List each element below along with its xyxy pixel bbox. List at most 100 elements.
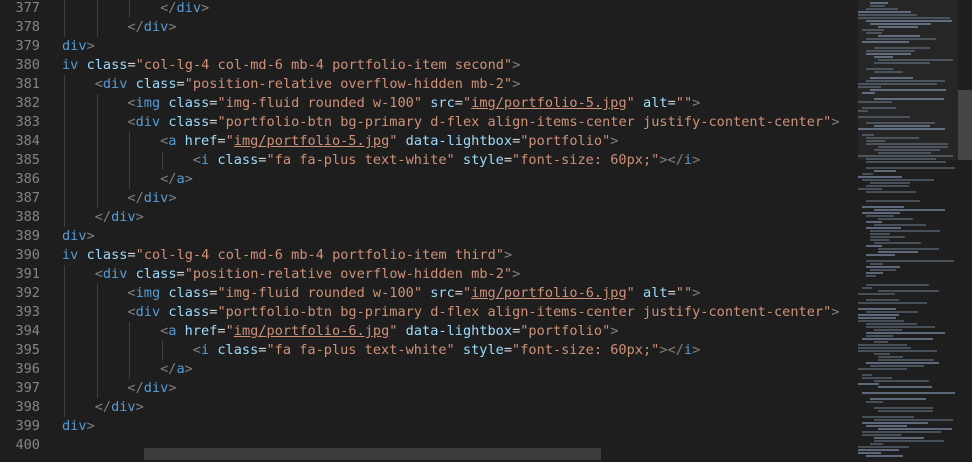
minimap-line [866,38,936,40]
minimap-line [866,332,945,334]
code-token: > [512,266,521,282]
code-line[interactable]: 385 <i class="fa fa-plus text-white" styl… [0,151,858,170]
code-token: iv [62,57,79,73]
code-token: div [143,19,169,35]
code-content: </div> [95,208,144,227]
vertical-scrollbar-track[interactable] [958,0,972,462]
code-token: div [176,0,202,16]
code-token: " [462,95,472,111]
code-token: div [62,418,87,434]
code-token: > [135,209,144,225]
line-number: 386 [15,171,40,187]
code-line[interactable]: 399 div> [0,417,858,436]
code-content: <div class="portfolio-btn bg-primary d-f… [127,303,839,322]
code-content: </a> [160,170,193,189]
code-line[interactable]: 398 </div> [0,398,858,417]
indent-guide [96,18,98,37]
code-line[interactable]: 395 <i class="fa fa-plus text-white" styl… [0,341,858,360]
minimap-line [858,302,927,304]
code-line[interactable]: 382 <img class = "img-fluid rounded w-100" … [0,94,858,113]
minimap-line [874,242,921,244]
code-line[interactable]: 379 div> [0,37,858,56]
code-token: a [176,361,185,377]
minimap-line [874,62,930,64]
code-editor[interactable]: 377 </div> 378 </div> 379 div> 380 iv class="co… [0,0,858,462]
vertical-scrollbar-thumb[interactable] [958,90,972,160]
minimap-line [878,410,933,412]
code-token: style [462,152,504,168]
minimap-line [858,446,909,448]
minimap-line [870,2,888,4]
indent-guide [162,151,164,170]
code-content: <div class="position-relative overflow-h… [95,75,521,94]
code-token: > [86,228,95,244]
line-number: 400 [15,437,40,453]
minimap-line [866,20,952,22]
code-content: <div class="portfolio-btn bg-primary d-f… [127,113,839,132]
code-token: "" [675,95,693,111]
minimap-line [866,53,911,55]
code-token: src [430,285,455,301]
indent-guide [64,18,65,37]
line-number: 390 [15,247,40,263]
code-token: class [135,76,177,92]
code-line[interactable]: 393 <div class="portfolio-btn bg-primary … [0,303,858,322]
indent-guide [64,170,65,189]
code-line[interactable]: 394 <a href="img/portfolio-6.jpg" data-li… [0,322,858,341]
code-token: = [667,95,676,111]
code-line[interactable]: 386 </a> [0,170,858,189]
code-line[interactable]: 391 <div class="position-relative overflo… [0,265,858,284]
code-token: = [667,285,676,301]
code-line[interactable]: 396 </a> [0,360,858,379]
minimap-line [878,152,931,154]
code-line[interactable]: 390 iv class="col-lg-4 col-md-6 mb-4 port… [0,246,858,265]
code-token: > [184,361,193,377]
code-line[interactable]: 397 </div> [0,379,858,398]
code-token: = [503,152,513,168]
code-token: data-lightbox [405,133,513,149]
minimap-line [866,323,917,325]
minimap-line [874,149,940,151]
code-token: div [143,380,169,396]
minimap-line [870,77,913,79]
code-token: img [135,285,161,301]
code-line[interactable]: 392 <img class = "img-fluid rounded w-100" … [0,284,858,303]
code-line[interactable]: 378 </div> [0,18,858,37]
horizontal-scrollbar[interactable] [144,448,601,460]
code-token: < [127,285,136,301]
code-token: img [135,95,161,111]
code-line[interactable]: 377 </div> [0,0,858,18]
minimap-line [866,284,929,286]
code-token: > [692,285,701,301]
code-token: i [683,342,693,358]
code-token: div [135,114,161,130]
minimap[interactable] [858,0,958,462]
minimap-line [858,14,917,16]
code-content: iv class="col-lg-4 col-md-6 mb-4 portfol… [62,246,512,265]
code-token: style [462,342,504,358]
code-token: < [94,266,103,282]
minimap-line [866,68,893,70]
code-token: div [111,399,136,415]
code-line[interactable]: 383 <div class="portfolio-btn bg-primary … [0,113,858,132]
line-number: 388 [15,209,40,225]
code-line[interactable]: 384 <a href="img/portfolio-5.jpg" data-li… [0,132,858,151]
code-line[interactable]: 389 div> [0,227,858,246]
minimap-line [874,419,953,421]
minimap-line [878,146,948,148]
minimap-line [874,98,944,100]
code-line[interactable]: 380 iv class="col-lg-4 col-md-6 mb-4 port… [0,56,858,75]
minimap-line [870,398,926,400]
code-token: > [512,57,521,73]
line-number: 378 [15,19,40,35]
indent-guide [96,132,98,151]
minimap-line [858,344,907,346]
indent-guide [64,284,65,303]
code-line[interactable]: 388 </div> [0,208,858,227]
code-line[interactable]: 387 </div> [0,189,858,208]
code-line[interactable]: 381 <div class="position-relative overflo… [0,75,858,94]
indent-guide [64,113,65,132]
minimap-line [858,128,945,130]
